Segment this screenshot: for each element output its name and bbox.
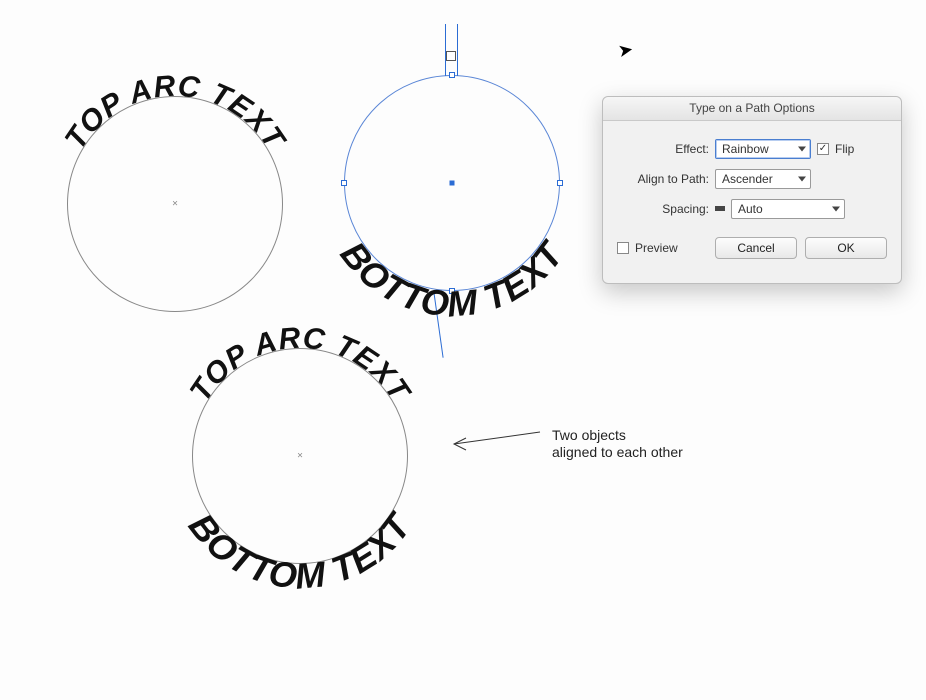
spacing-value: Auto: [738, 202, 763, 216]
flip-checkbox[interactable]: ✓: [817, 143, 829, 155]
spacing-select[interactable]: Auto: [731, 199, 845, 219]
type-on-path-dialog: Type on a Path Options Effect: Rainbow ✓…: [602, 96, 902, 284]
dropdown-arrow-icon: [832, 207, 840, 212]
annotation-arrow: [0, 0, 926, 624]
artboard: × TOP ARC TEXT BOTTOM TEXT × TOP ARC TEX…: [0, 0, 926, 624]
annotation-line1: Two objects: [552, 427, 626, 443]
effect-label: Effect:: [617, 142, 709, 156]
annotation-text: Two objects aligned to each other: [552, 427, 683, 461]
dialog-title: Type on a Path Options: [603, 97, 901, 121]
ok-button[interactable]: OK: [805, 237, 887, 259]
cancel-button[interactable]: Cancel: [715, 237, 797, 259]
spacing-label: Spacing:: [617, 202, 709, 216]
preview-label: Preview: [635, 241, 678, 255]
align-value: Ascender: [722, 172, 773, 186]
dropdown-arrow-icon: [798, 177, 806, 182]
flip-label: Flip: [835, 142, 854, 156]
preview-checkbox[interactable]: [617, 242, 629, 254]
dropdown-arrow-icon: [798, 147, 806, 152]
annotation-line2: aligned to each other: [552, 444, 683, 460]
align-label: Align to Path:: [617, 172, 709, 186]
align-select[interactable]: Ascender: [715, 169, 811, 189]
effect-value: Rainbow: [722, 142, 769, 156]
stepper-up-icon[interactable]: [715, 206, 725, 211]
effect-select[interactable]: Rainbow: [715, 139, 811, 159]
